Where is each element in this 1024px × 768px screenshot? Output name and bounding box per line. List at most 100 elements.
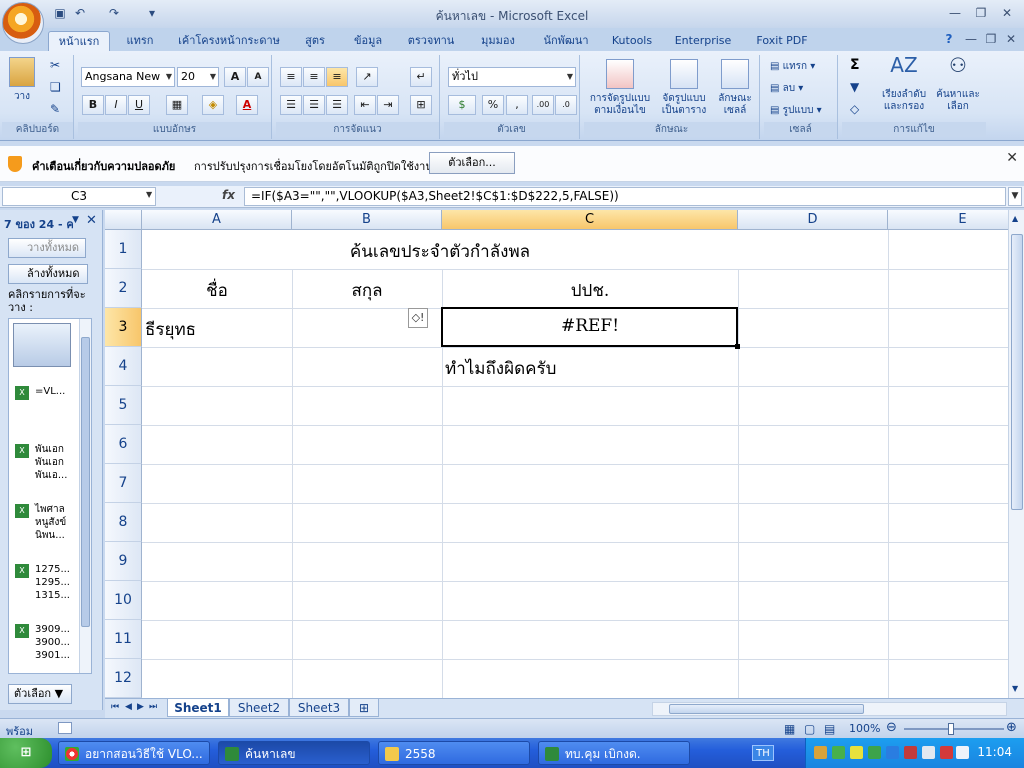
name-box[interactable]: C3: [2, 187, 156, 206]
format-cells-button[interactable]: ▤ รูปแบบ ▾: [770, 105, 822, 117]
clipboard-item[interactable]: X 1275... 1295... 1315...: [13, 563, 79, 602]
last-sheet-icon[interactable]: ⏭: [149, 702, 157, 712]
tray-app-icon[interactable]: [850, 746, 863, 759]
bold-button[interactable]: B: [82, 95, 104, 115]
italic-button[interactable]: I: [105, 95, 127, 115]
prev-sheet-icon[interactable]: ◀: [125, 702, 132, 712]
restore-icon[interactable]: ❐: [970, 4, 992, 22]
cell-a2-name-header[interactable]: ชื่อ: [142, 277, 292, 304]
cell-c4[interactable]: ทำไมถึงผิดครับ: [445, 355, 735, 382]
copy-icon[interactable]: ❏: [50, 81, 61, 93]
ribbon-close-icon[interactable]: ✕: [1000, 30, 1022, 48]
tray-app-icon[interactable]: [814, 746, 827, 759]
insert-sheet-icon[interactable]: ⊞: [349, 699, 379, 717]
autosum-icon[interactable]: Σ: [850, 58, 860, 72]
clipboard-item[interactable]: X 3909... 3900... 3901...: [13, 623, 79, 662]
close-icon[interactable]: ✕: [996, 4, 1018, 22]
format-as-table-button[interactable]: จัดรูปแบบเป็นตาราง: [656, 59, 712, 117]
increase-decimal-button[interactable]: .00: [532, 95, 554, 115]
decrease-decimal-button[interactable]: .0: [555, 95, 577, 115]
column-header-b[interactable]: B: [292, 210, 442, 230]
row-header[interactable]: 3: [105, 308, 142, 347]
macro-record-icon[interactable]: [58, 722, 72, 734]
cell-a1-title[interactable]: ค้นเลขประจำตัวกำลังพล: [142, 238, 738, 265]
align-middle-button[interactable]: ≡: [303, 67, 325, 87]
zoom-level[interactable]: 100%: [849, 722, 880, 735]
scroll-down-icon[interactable]: ▼: [1012, 684, 1018, 693]
taskbar-item-excel[interactable]: ค้นหาเลข: [218, 741, 370, 765]
borders-button[interactable]: ▦: [166, 95, 188, 115]
clipboard-image-thumbnail[interactable]: [13, 323, 71, 367]
taskbar-item-browser[interactable]: อยากสอนวิธีใช้ VLO...: [58, 741, 210, 765]
clipboard-item[interactable]: X =VL...: [13, 385, 79, 400]
number-format-select[interactable]: ทั่วไป ▼: [448, 67, 576, 87]
tab-home[interactable]: หน้าแรก: [48, 31, 110, 51]
worksheet-grid[interactable]: A B C D E 1 2 3 4 5 6 7 8 9 10 11 12 ค้น…: [105, 210, 1008, 698]
tab-view[interactable]: มุมมอง: [474, 31, 522, 51]
clipboard-item[interactable]: X ไพศาล หนูสังข์ นิพน...: [13, 503, 79, 542]
decrease-indent-button[interactable]: ⇤: [354, 95, 376, 115]
clipboard-item[interactable]: X พันเอก พันเอก พันเอ...: [13, 443, 79, 482]
clear-all-button[interactable]: ล้างทั้งหมด: [8, 264, 88, 284]
first-sheet-icon[interactable]: ⏮: [111, 702, 119, 712]
formula-input[interactable]: =IF($A3="","",VLOOKUP($A3,Sheet2!$C$1:$D…: [244, 187, 1006, 206]
zoom-out-icon[interactable]: ⊖: [886, 720, 897, 735]
align-center-button[interactable]: ☰: [303, 95, 325, 115]
close-icon[interactable]: ✕: [86, 213, 97, 228]
chevron-down-icon[interactable]: ▼: [146, 190, 152, 199]
office-button[interactable]: [2, 2, 44, 44]
row-header[interactable]: 1: [105, 230, 142, 269]
select-all-corner[interactable]: [105, 210, 142, 230]
zoom-slider[interactable]: [904, 728, 1004, 730]
column-header-c[interactable]: C: [442, 210, 738, 230]
tab-page-layout[interactable]: เค้าโครงหน้ากระดาษ: [176, 31, 282, 51]
tray-app-icon[interactable]: [886, 746, 899, 759]
fill-handle[interactable]: [735, 344, 740, 349]
align-right-button[interactable]: ☰: [326, 95, 348, 115]
tab-insert[interactable]: แทรก: [118, 31, 162, 51]
align-left-button[interactable]: ☰: [280, 95, 302, 115]
normal-view-icon[interactable]: ▦: [784, 722, 795, 736]
page-layout-view-icon[interactable]: ▢: [804, 722, 815, 736]
accounting-format-button[interactable]: $: [448, 95, 476, 115]
vertical-scroll-thumb[interactable]: [1011, 234, 1023, 510]
minimize-icon[interactable]: —: [944, 4, 966, 22]
percent-style-button[interactable]: %: [482, 95, 504, 115]
chevron-down-icon[interactable]: ▼: [72, 215, 79, 225]
tray-app-icon[interactable]: [922, 746, 935, 759]
page-break-view-icon[interactable]: ▤: [824, 722, 835, 736]
cell-a3[interactable]: ธีรยุทธ: [145, 316, 291, 343]
insert-function-icon[interactable]: fx: [222, 188, 235, 202]
ribbon-restore-icon[interactable]: ❐: [980, 30, 1002, 48]
sheet-tab-sheet1[interactable]: Sheet1: [167, 699, 229, 717]
find-select-button[interactable]: ⚇ ค้นหาและเลือก: [934, 55, 982, 113]
tab-foxit-pdf[interactable]: Foxit PDF: [752, 31, 812, 51]
grow-font-button[interactable]: A: [224, 67, 246, 87]
row-header[interactable]: 8: [105, 503, 142, 542]
row-header[interactable]: 2: [105, 269, 142, 308]
column-header-d[interactable]: D: [738, 210, 888, 230]
fill-color-button[interactable]: ◈: [202, 95, 224, 115]
conditional-formatting-button[interactable]: การจัดรูปแบบตามเงื่อนไข: [588, 59, 652, 117]
ribbon-minimize-icon[interactable]: —: [960, 30, 982, 48]
next-sheet-icon[interactable]: ▶: [137, 702, 144, 712]
row-header[interactable]: 4: [105, 347, 142, 386]
column-header-e[interactable]: E: [888, 210, 1008, 230]
zoom-in-icon[interactable]: ⊕: [1006, 720, 1017, 735]
tab-developer[interactable]: นักพัฒนา: [538, 31, 594, 51]
shrink-font-button[interactable]: A: [247, 67, 269, 87]
paste-button[interactable]: วาง: [6, 57, 38, 103]
close-icon[interactable]: ✕: [1006, 150, 1018, 166]
format-painter-icon[interactable]: ✎: [50, 103, 60, 115]
tray-app-icon[interactable]: [904, 746, 917, 759]
merge-center-button[interactable]: ⊞: [410, 95, 432, 115]
horizontal-scrollbar[interactable]: [652, 702, 1007, 716]
font-size-select[interactable]: 20 ▼: [177, 67, 219, 87]
sheet-tab-sheet2[interactable]: Sheet2: [229, 699, 289, 717]
tray-app-icon[interactable]: [832, 746, 845, 759]
underline-button[interactable]: U: [128, 95, 150, 115]
row-header[interactable]: 5: [105, 386, 142, 425]
font-color-button[interactable]: A: [236, 95, 258, 115]
tab-enterprise[interactable]: Enterprise: [672, 31, 734, 51]
paste-all-button[interactable]: วางทั้งหมด: [8, 238, 86, 258]
